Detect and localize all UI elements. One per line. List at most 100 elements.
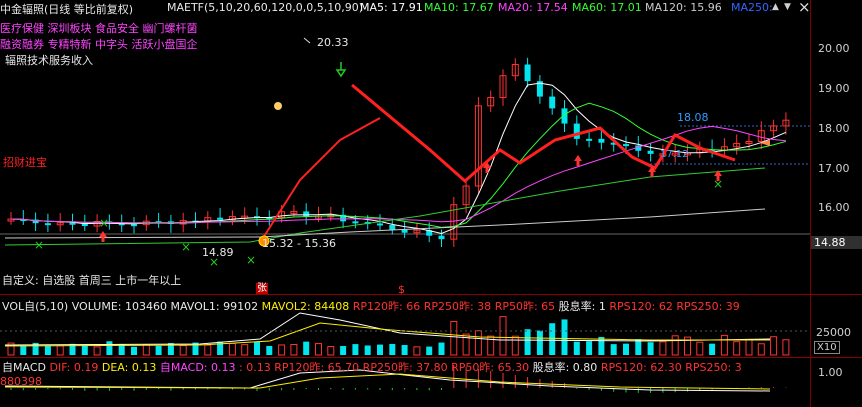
volume-bar [278,344,286,356]
sell-cross-icon: × [34,238,44,252]
hand-cursor-icon [274,102,282,110]
volume-bar [44,345,51,355]
volume-bar [81,345,88,355]
vol-mavol1: MAVOL1: 99102 [170,300,259,313]
last-price-badge: 14.88 [811,236,862,249]
volume-bar [696,341,704,356]
close-icon[interactable]: × [798,0,811,16]
level-1808-label: 18.08 [677,111,709,124]
buy-arrow-icon [99,231,107,242]
candle-body [524,64,531,82]
custom-filter-bar[interactable]: 自定义: 自选股 首周三 上市一年以上 [2,272,181,288]
volume-bar [290,343,298,356]
volume-bar [757,343,765,356]
vol-rps250: RPS250: 39 [676,300,740,313]
price-tick: 17.00 [818,162,850,175]
concept-tag[interactable]: 深圳板块 [48,22,92,35]
price-tick: 20.00 [818,42,850,55]
concept-tag[interactable]: 专精特新 [48,38,92,51]
volume-bar [720,334,728,356]
volume-bar [241,344,249,356]
concept-tag-line3[interactable]: 辐照技术服务收入 [5,52,93,68]
concept-tag[interactable]: 活跃小盘国企 [132,38,198,51]
macd-title[interactable]: 自MACD [2,361,46,374]
volume-bar [327,345,335,356]
scroll-up-icon[interactable]: ▲ [772,2,779,12]
vol-rp250: RP250昨: 38 [423,300,492,313]
volume-bar [142,344,150,356]
macd-dea: DEA: 0.13 [101,361,157,374]
volume-bar [131,346,137,355]
macd-dif: DIF: 0.19 [49,361,99,374]
ma60-line [4,167,766,246]
ma10-line [10,102,787,228]
down-arrow-icon [335,62,347,78]
candle-body [598,138,605,143]
volume-bar [204,344,212,356]
volume-bar [610,344,617,355]
brand-tag[interactable]: 招财进宝 [3,154,47,170]
sell-cross-icon: × [181,240,191,254]
volume-bar [352,344,359,355]
trend-line [262,117,381,239]
scroll-down-icon[interactable]: ▼ [784,2,791,12]
zhang-marker[interactable]: 张 [256,283,268,294]
price-tick: 16.00 [818,201,850,214]
ma10-readout: MA10: 17.67 [424,1,494,14]
candle-body [303,211,310,217]
concept-tag[interactable]: 医疗保健 [0,22,44,35]
volume-bar [536,330,543,355]
vol-dividend: 股息率: 1 [558,300,606,313]
concept-tag[interactable]: 融资融券 [0,38,44,51]
volume-bar [155,345,162,355]
macd-rps250: RPS250: 3 [685,361,742,374]
concept-tag[interactable]: 中字头 [95,38,128,51]
volume-bar [315,343,322,356]
vol-volume: VOLUME: 103460 [71,300,167,313]
ma120-readout: MA120: 15.96 [645,1,722,14]
candle-body [549,96,556,109]
vol-axis-value: 25000 [816,326,851,339]
vol-title[interactable]: VOL自(5,10) [2,300,68,313]
volume-bar [561,319,568,355]
volume-bar [106,341,113,355]
vol-rps120: RPS120: 62 [609,300,673,313]
vol-mavol2: MAVOL2: 84408 [261,300,350,313]
volume-bar [524,329,531,355]
sell-cross-icon: × [99,216,109,230]
price-tick: 19.00 [818,82,850,95]
candle-body [131,224,137,227]
high-price-label: 20.33 [317,36,349,49]
volume-bar [389,343,396,355]
vol-pane-info: VOL自(5,10) VOLUME: 103460 MAVOL1: 99102 … [2,298,740,314]
volume-bar [254,342,260,355]
low-price-label: 14.89 [202,246,234,259]
volume-bar [401,345,408,355]
ma60-readout: MA60: 17.01 [572,1,642,14]
sell-cross-icon: × [246,253,256,267]
candle-body [69,222,76,225]
volume-bar [623,343,629,355]
zigzag-annotation [351,83,736,184]
candle-body [438,235,445,240]
candle-body [377,223,383,226]
candle-body [44,223,51,226]
concept-tag[interactable]: 幽门螺杆菌 [143,22,198,35]
volume-bar [266,345,273,355]
macd-pane-info: 自MACD DIF: 0.19 DEA: 0.13 自MACD: 0.13 : … [2,359,742,375]
range-label: 15.32 - 15.36 [262,237,336,250]
volume-bar [549,323,556,355]
volume-bar [438,342,445,355]
level-1712-label: 17.12 [660,149,689,160]
macd-rp50: RP50昨: 65.30 [451,361,530,374]
volume-bar [647,342,654,355]
concept-tag[interactable]: 食品安全 [95,22,139,35]
volume-bar [377,344,383,355]
volume-bar [635,339,642,355]
macd-rps120: RPS120: 62.30 [600,361,682,374]
volume-bar [179,345,187,356]
volume-bar [474,330,482,356]
concept-tags-line2: 融资融券 专精特新 中字头 活跃小盘国企 [0,36,198,52]
candle-body [586,138,593,141]
volume-bar [499,316,507,356]
